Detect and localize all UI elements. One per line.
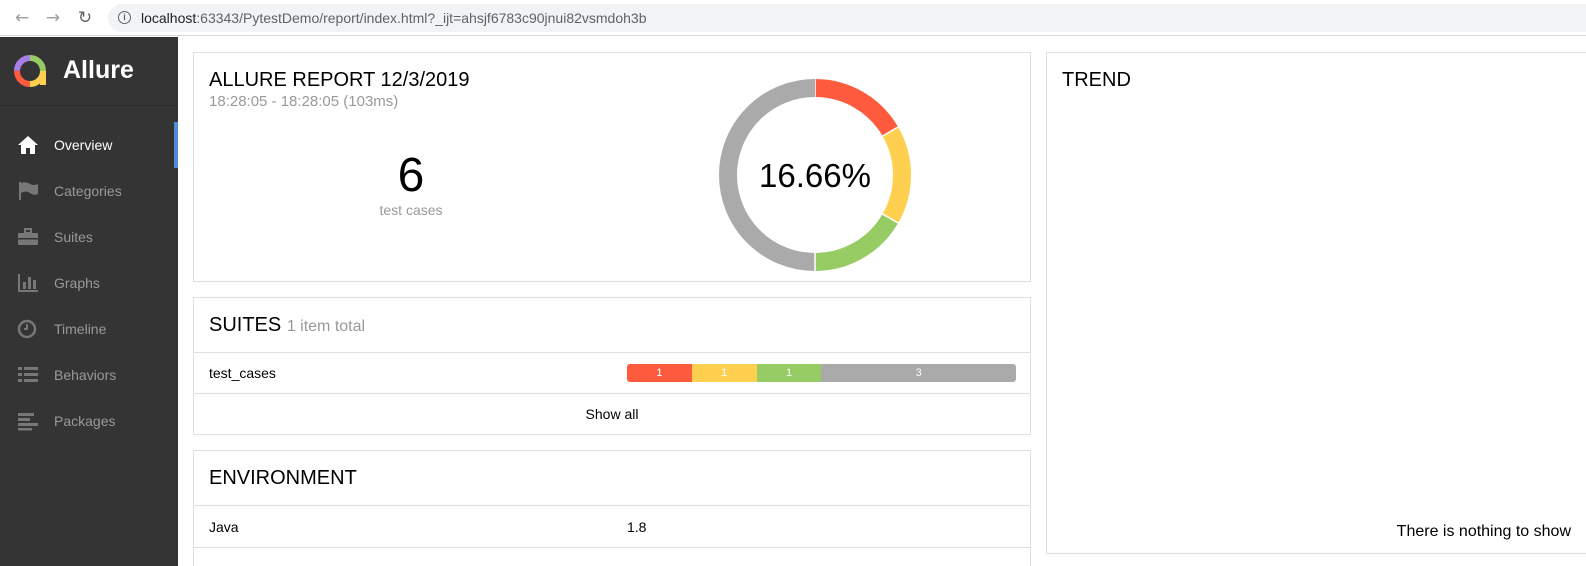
back-arrow-icon[interactable]: ←: [12, 8, 32, 28]
forward-arrow-icon[interactable]: →: [43, 8, 63, 28]
sidebar-item-graphs[interactable]: Graphs: [0, 260, 178, 306]
sidebar-item-label: Overview: [54, 137, 113, 153]
main-content: ALLURE REPORT 12/3/2019 18:28:05 - 18:28…: [178, 37, 1586, 566]
briefcase-icon: [18, 228, 38, 245]
browser-toolbar: ← → ↻ i localhost:63343/PytestDemo/repor…: [0, 0, 1586, 36]
sidebar-item-timeline[interactable]: Timeline: [0, 306, 178, 352]
sidebar-item-packages[interactable]: Packages: [0, 398, 178, 444]
sidebar-item-suites[interactable]: Suites: [0, 214, 178, 260]
sidebar-item-overview[interactable]: Overview: [0, 122, 178, 168]
suite-name[interactable]: test_cases: [209, 365, 276, 381]
divider: [194, 505, 1030, 506]
sidebar-item-label: Graphs: [54, 275, 100, 291]
donut-slice-failed[interactable]: [814, 79, 899, 137]
failed-segment[interactable]: 1: [627, 364, 692, 382]
brand[interactable]: Allure: [0, 37, 178, 106]
trend-widget: TREND There is nothing to show: [1046, 52, 1586, 554]
env-key: Java: [209, 519, 239, 535]
suite-status-bar[interactable]: 1 1 1 3: [627, 364, 1016, 382]
suites-widget: SUITES 1 item total test_cases 1 1 1 3 S…: [193, 297, 1031, 435]
show-all-link[interactable]: Show all: [194, 406, 1030, 422]
report-time: 18:28:05 - 18:28:05 (103ms): [209, 93, 399, 110]
donut-slice-passed[interactable]: [814, 213, 899, 271]
url-path: :63343/PytestDemo/report/index.html?_ijt…: [196, 10, 647, 26]
url-text[interactable]: localhost:63343/PytestDemo/report/index.…: [141, 10, 647, 26]
sidebar-item-label: Categories: [54, 183, 122, 199]
divider: [194, 547, 1030, 548]
environment-title: ENVIRONMENT: [209, 467, 357, 489]
suites-total: 1 item total: [286, 318, 366, 335]
suites-title: SUITES 1 item total: [209, 314, 365, 337]
list-icon: [18, 367, 38, 382]
sidebar-item-label: Packages: [54, 413, 116, 429]
suites-heading: SUITES: [209, 314, 282, 336]
summary-widget: ALLURE REPORT 12/3/2019 18:28:05 - 18:28…: [193, 52, 1031, 282]
divider: [194, 393, 1030, 394]
test-case-count: 6: [397, 149, 425, 202]
trend-title: TREND: [1062, 69, 1131, 91]
flag-icon: [19, 182, 38, 200]
sidebar-menu: Overview Categories Suites Graphs Timeli…: [0, 122, 178, 444]
test-case-count-label: test cases: [379, 202, 443, 218]
bar-chart-icon: [18, 274, 38, 292]
clock-icon: [17, 319, 37, 339]
divider: [194, 352, 1030, 353]
sidebar: Allure Overview Categories Suites Graphs…: [0, 37, 178, 566]
skipped-segment[interactable]: 3: [821, 364, 1016, 382]
home-icon: [18, 136, 38, 154]
passed-segment[interactable]: 1: [756, 364, 822, 382]
align-left-icon: [18, 413, 38, 431]
report-title: ALLURE REPORT 12/3/2019: [209, 69, 470, 91]
sidebar-item-label: Timeline: [54, 321, 107, 337]
sidebar-item-label: Behaviors: [54, 367, 117, 383]
sidebar-item-label: Suites: [54, 229, 93, 245]
info-icon[interactable]: i: [118, 11, 131, 24]
allure-logo-icon: [14, 55, 46, 87]
success-percent: 16.66%: [759, 157, 871, 194]
sidebar-item-behaviors[interactable]: Behaviors: [0, 352, 178, 398]
url-host: localhost: [141, 10, 197, 26]
environment-widget: ENVIRONMENT Java 1.8: [193, 450, 1031, 566]
sidebar-item-categories[interactable]: Categories: [0, 168, 178, 214]
env-value: 1.8: [627, 519, 647, 535]
address-bar[interactable]: i localhost:63343/PytestDemo/report/inde…: [108, 4, 1586, 32]
brand-name: Allure: [63, 56, 134, 84]
reload-icon[interactable]: ↻: [75, 8, 95, 28]
trend-empty-message: There is nothing to show: [1396, 523, 1571, 540]
broken-segment[interactable]: 1: [691, 364, 757, 382]
